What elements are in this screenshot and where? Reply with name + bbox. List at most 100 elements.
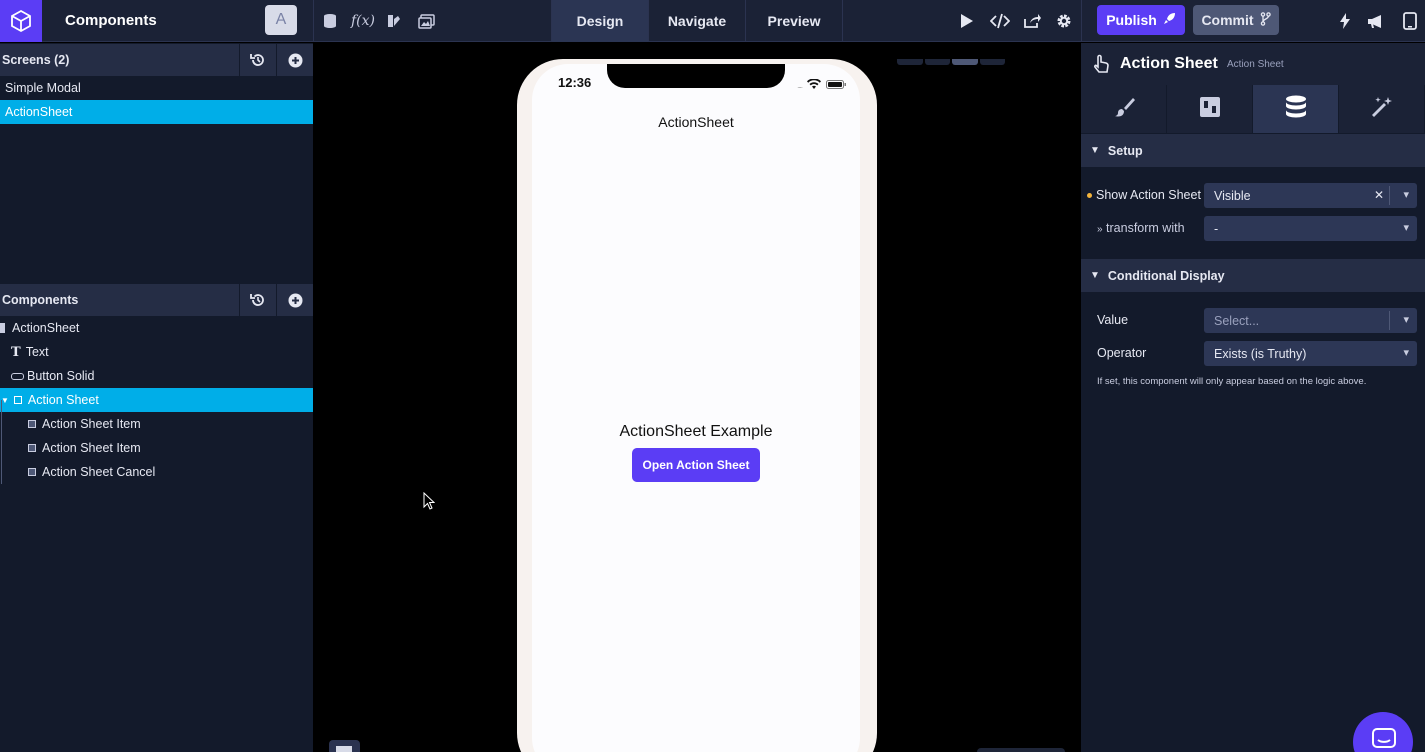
tab-actions[interactable]	[1339, 85, 1425, 133]
tree-item-action-sheet-item[interactable]: Action Sheet Item	[0, 412, 313, 436]
chevron-down-icon[interactable]: ▾	[1403, 313, 1409, 326]
screen-nav-title: ActionSheet	[658, 114, 734, 130]
share-icon[interactable]	[1022, 11, 1042, 31]
canvas-zoom-control[interactable]	[977, 748, 1065, 752]
tablet-icon[interactable]	[1400, 11, 1420, 31]
history-icon[interactable]	[239, 284, 276, 316]
open-action-sheet-button[interactable]: Open Action Sheet	[632, 448, 760, 482]
conditional-display-header[interactable]: ▼ Conditional Display	[1081, 259, 1425, 292]
select-placeholder: Select...	[1214, 313, 1260, 328]
tree-item-text[interactable]: T Text	[0, 340, 313, 364]
breakpoint-segment[interactable]	[952, 59, 978, 65]
tree-item-label: Button Solid	[27, 369, 95, 383]
history-icon[interactable]	[239, 44, 276, 76]
tab-preview[interactable]: Preview	[746, 0, 843, 42]
canvas-toggle-icon	[336, 746, 352, 752]
select-value: Visible	[1214, 188, 1251, 203]
value-label: Value	[1097, 313, 1129, 327]
phone-screen[interactable]: 12:36 .... ActionSheet ActionSheet Examp…	[532, 64, 860, 752]
conditional-help-text: If set, this component will only appear …	[1097, 376, 1367, 387]
screen-item-simple-modal[interactable]: Simple Modal	[0, 76, 313, 100]
tree-item-actionsheet[interactable]: ActionSheet	[0, 316, 313, 340]
operator-select[interactable]: Exists (is Truthy) ▾	[1204, 341, 1417, 366]
database-icon[interactable]	[320, 11, 340, 31]
clear-icon[interactable]: ✕	[1374, 188, 1384, 202]
button-icon	[11, 372, 24, 380]
box-icon	[28, 468, 36, 476]
breakpoint-segment[interactable]	[979, 59, 1005, 65]
setup-heading: Setup	[1107, 143, 1143, 158]
breakpoint-bar[interactable]	[897, 59, 1005, 65]
theme-icon[interactable]	[384, 11, 404, 31]
operator-label: Operator	[1097, 346, 1147, 360]
add-screen-icon[interactable]	[276, 44, 313, 76]
example-heading[interactable]: ActionSheet Example	[532, 423, 860, 441]
tree-item-action-sheet-item[interactable]: Action Sheet Item	[0, 436, 313, 460]
divider	[313, 0, 314, 42]
box-icon	[28, 444, 36, 452]
divider	[1389, 311, 1390, 330]
play-icon[interactable]	[957, 11, 977, 31]
publish-label: Publish	[1106, 12, 1157, 28]
divider	[551, 0, 552, 42]
tree-item-label: Action Sheet Cancel	[42, 465, 156, 479]
double-chevron-icon: »	[1097, 224, 1103, 235]
data-icon	[1285, 95, 1307, 124]
binding-indicator-icon	[1087, 193, 1092, 199]
tab-navigate[interactable]: Navigate	[649, 0, 746, 42]
status-icons: ....	[797, 76, 846, 94]
megaphone-icon[interactable]	[1366, 11, 1386, 31]
design-canvas[interactable]: 12:36 .... ActionSheet ActionSheet Examp…	[314, 43, 1081, 752]
properties-tabs	[1081, 85, 1425, 133]
paintbrush-icon	[1113, 96, 1135, 123]
top-bar: Components A f(x) Design Navigate Previe…	[0, 0, 1425, 42]
chevron-down-icon[interactable]: ▾	[1403, 346, 1409, 359]
screen-item-actionsheet[interactable]: ActionSheet	[0, 100, 313, 124]
tab-layout[interactable]	[1167, 85, 1253, 133]
show-label-text: Show Action Sheet	[1096, 188, 1201, 202]
images-icon[interactable]	[416, 11, 436, 31]
rocket-icon	[1163, 12, 1176, 28]
function-icon[interactable]: f(x)	[351, 11, 375, 31]
add-component-icon[interactable]	[276, 284, 313, 316]
tab-style[interactable]	[1081, 85, 1167, 133]
tree-item-label: Action Sheet	[27, 393, 99, 407]
select-value: Exists (is Truthy)	[1214, 346, 1307, 361]
app-window: Components A f(x) Design Navigate Previe…	[0, 0, 1425, 752]
layout-icon	[1199, 96, 1221, 123]
breakpoint-segment[interactable]	[924, 59, 950, 65]
branch-icon	[1260, 11, 1271, 29]
properties-panel: Action Sheet Action Sheet ▼ Setup Show A…	[1081, 43, 1425, 752]
component-title: Action Sheet	[1120, 55, 1218, 72]
logo-icon[interactable]	[0, 0, 42, 42]
wifi-icon	[807, 76, 821, 94]
tap-hand-icon	[1092, 54, 1110, 79]
chevron-down-icon[interactable]: ▼	[1, 396, 9, 405]
code-icon[interactable]	[989, 11, 1011, 31]
box-icon	[13, 396, 22, 404]
breakpoint-segment[interactable]	[897, 59, 923, 65]
chevron-down-icon: ▼	[1090, 145, 1100, 156]
tree-item-button-solid[interactable]: Button Solid	[0, 364, 313, 388]
tab-design[interactable]: Design	[552, 0, 649, 42]
publish-button[interactable]: Publish	[1097, 5, 1185, 35]
support-chat-button[interactable]	[1353, 712, 1413, 752]
properties-header: Action Sheet Action Sheet	[1081, 43, 1425, 85]
chevron-down-icon[interactable]: ▾	[1403, 221, 1409, 234]
tree-item-label: Text	[25, 345, 49, 359]
gear-icon[interactable]	[1054, 11, 1074, 31]
avatar[interactable]: A	[265, 5, 297, 35]
chat-icon	[1372, 728, 1396, 752]
show-action-sheet-select[interactable]: Visible ✕ ▾	[1204, 183, 1417, 208]
tab-data[interactable]	[1253, 85, 1339, 133]
chevron-down-icon[interactable]: ▾	[1403, 188, 1409, 201]
project-title: Components	[65, 12, 157, 29]
lightning-icon[interactable]	[1335, 11, 1355, 31]
tree-item-action-sheet-cancel[interactable]: Action Sheet Cancel	[0, 460, 313, 484]
magic-wand-icon	[1370, 95, 1394, 124]
tree-item-action-sheet[interactable]: ▼ Action Sheet	[0, 388, 313, 412]
value-select[interactable]: Select... ▾	[1204, 308, 1417, 333]
transform-select[interactable]: - ▾	[1204, 216, 1417, 241]
setup-section-header[interactable]: ▼ Setup	[1081, 134, 1425, 167]
commit-button[interactable]: Commit	[1193, 5, 1279, 35]
